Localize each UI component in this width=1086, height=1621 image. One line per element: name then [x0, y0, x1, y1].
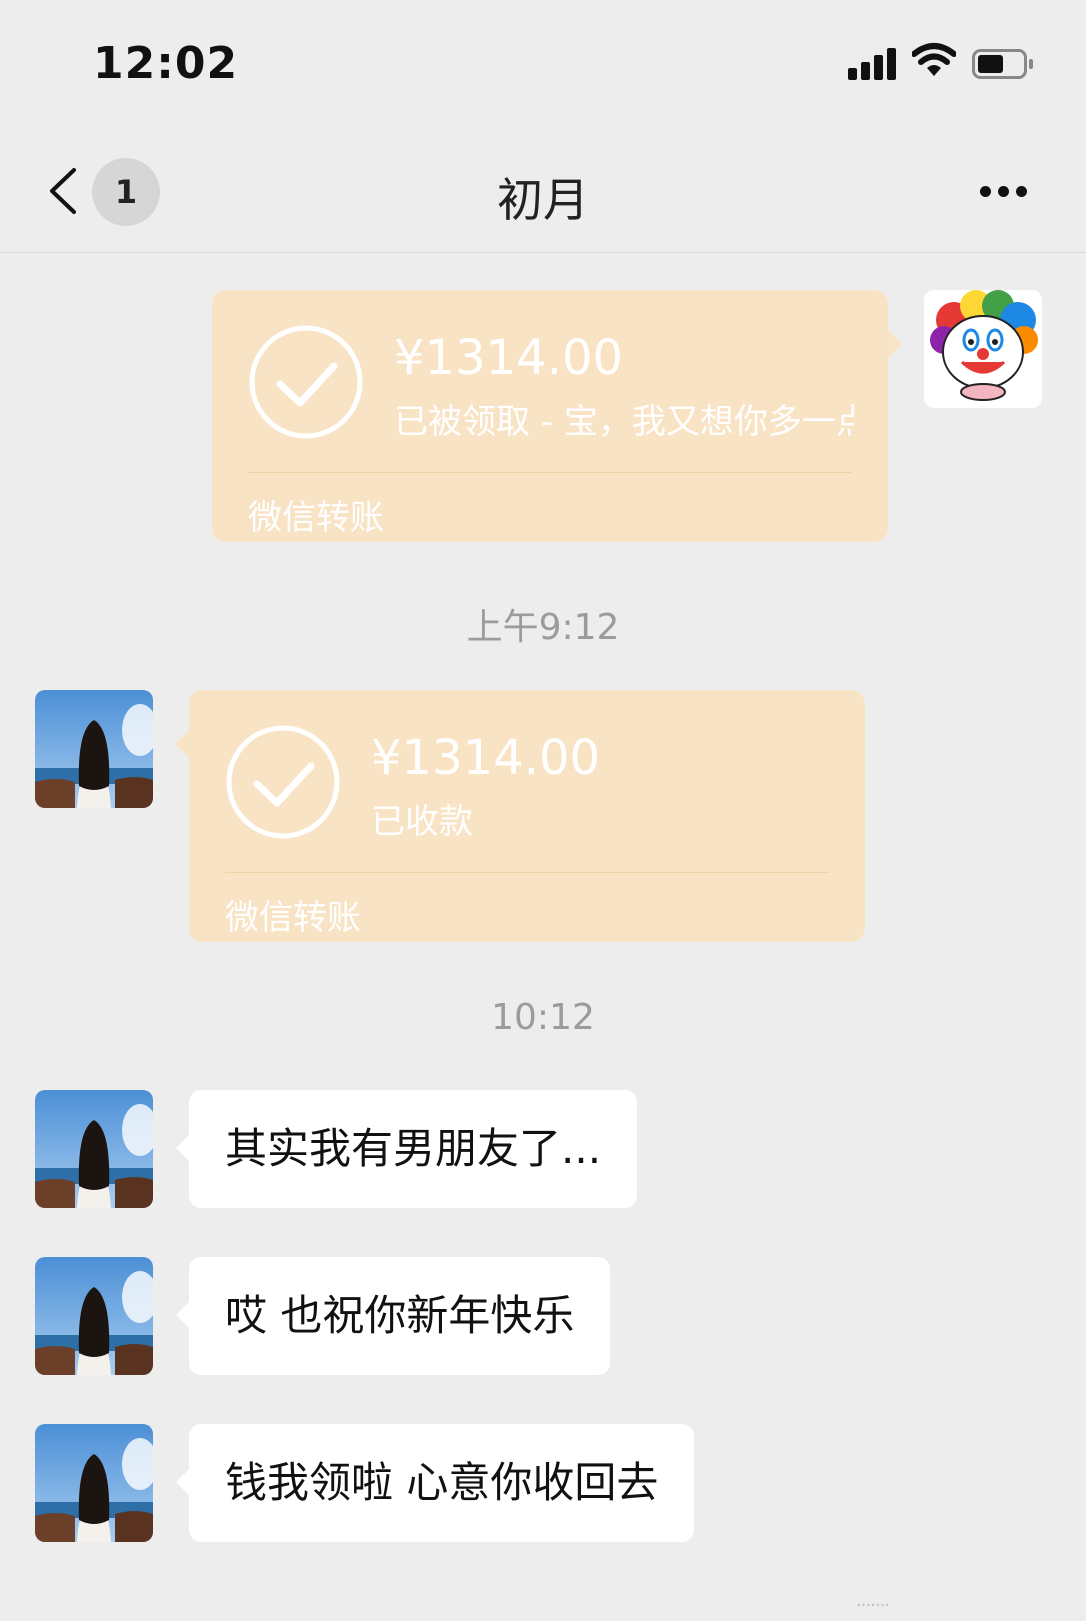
message-bubble[interactable]: 哎 也祝你新年快乐 [176, 1257, 611, 1375]
transfer-status: 已被领取 - 宝，我又想你多一点 [394, 402, 854, 442]
timestamp: 10:12 [491, 997, 595, 1038]
message-text: 其实我有男朋友了... [225, 1124, 602, 1173]
check-circle-icon [249, 325, 363, 439]
clown-avatar-image [924, 290, 1042, 408]
transfer-amount: ¥1314.00 [394, 330, 624, 386]
chat-header: 1 初月 [0, 130, 1086, 253]
message-text: 钱我领啦 心意你收回去 [225, 1458, 659, 1507]
chat-title: 初月 [497, 173, 589, 227]
transfer-footer: 微信转账 [225, 898, 361, 938]
contact-avatar[interactable] [35, 1257, 153, 1375]
contact-avatar[interactable] [35, 1090, 153, 1208]
girl-beach-avatar-image [35, 1090, 153, 1208]
transfer-divider [248, 472, 852, 473]
message-text: 哎 也祝你新年快乐 [225, 1291, 575, 1340]
message-bubble[interactable]: 其实我有男朋友了... [176, 1090, 638, 1208]
contact-avatar[interactable] [35, 690, 153, 808]
girl-beach-avatar-image [35, 1424, 153, 1542]
more-icon[interactable] [972, 180, 1032, 204]
contact-avatar[interactable] [35, 1424, 153, 1542]
girl-beach-avatar-image [35, 690, 153, 808]
signal-icon [848, 48, 900, 80]
transfer-card-sent[interactable]: ¥1314.00 已被领取 - 宝，我又想你多一点 微信转账 [212, 290, 902, 542]
transfer-amount: ¥1314.00 [371, 730, 601, 786]
status-bar: 12:02 [0, 0, 1086, 130]
self-avatar[interactable] [924, 290, 1042, 408]
wifi-icon [912, 43, 956, 76]
transfer-footer: 微信转账 [248, 498, 384, 538]
transfer-status: 已收款 [371, 802, 473, 842]
transfer-card-received[interactable]: ¥1314.00 已收款 微信转账 [175, 690, 865, 942]
status-time: 12:02 [93, 38, 239, 89]
transfer-divider [225, 872, 829, 873]
watermark: ······· [856, 1595, 890, 1616]
check-circle-icon [226, 725, 340, 839]
message-bubble[interactable]: 钱我领啦 心意你收回去 [176, 1424, 695, 1542]
girl-beach-avatar-image [35, 1257, 153, 1375]
timestamp: 上午9:12 [466, 607, 620, 648]
battery-icon [972, 49, 1033, 79]
